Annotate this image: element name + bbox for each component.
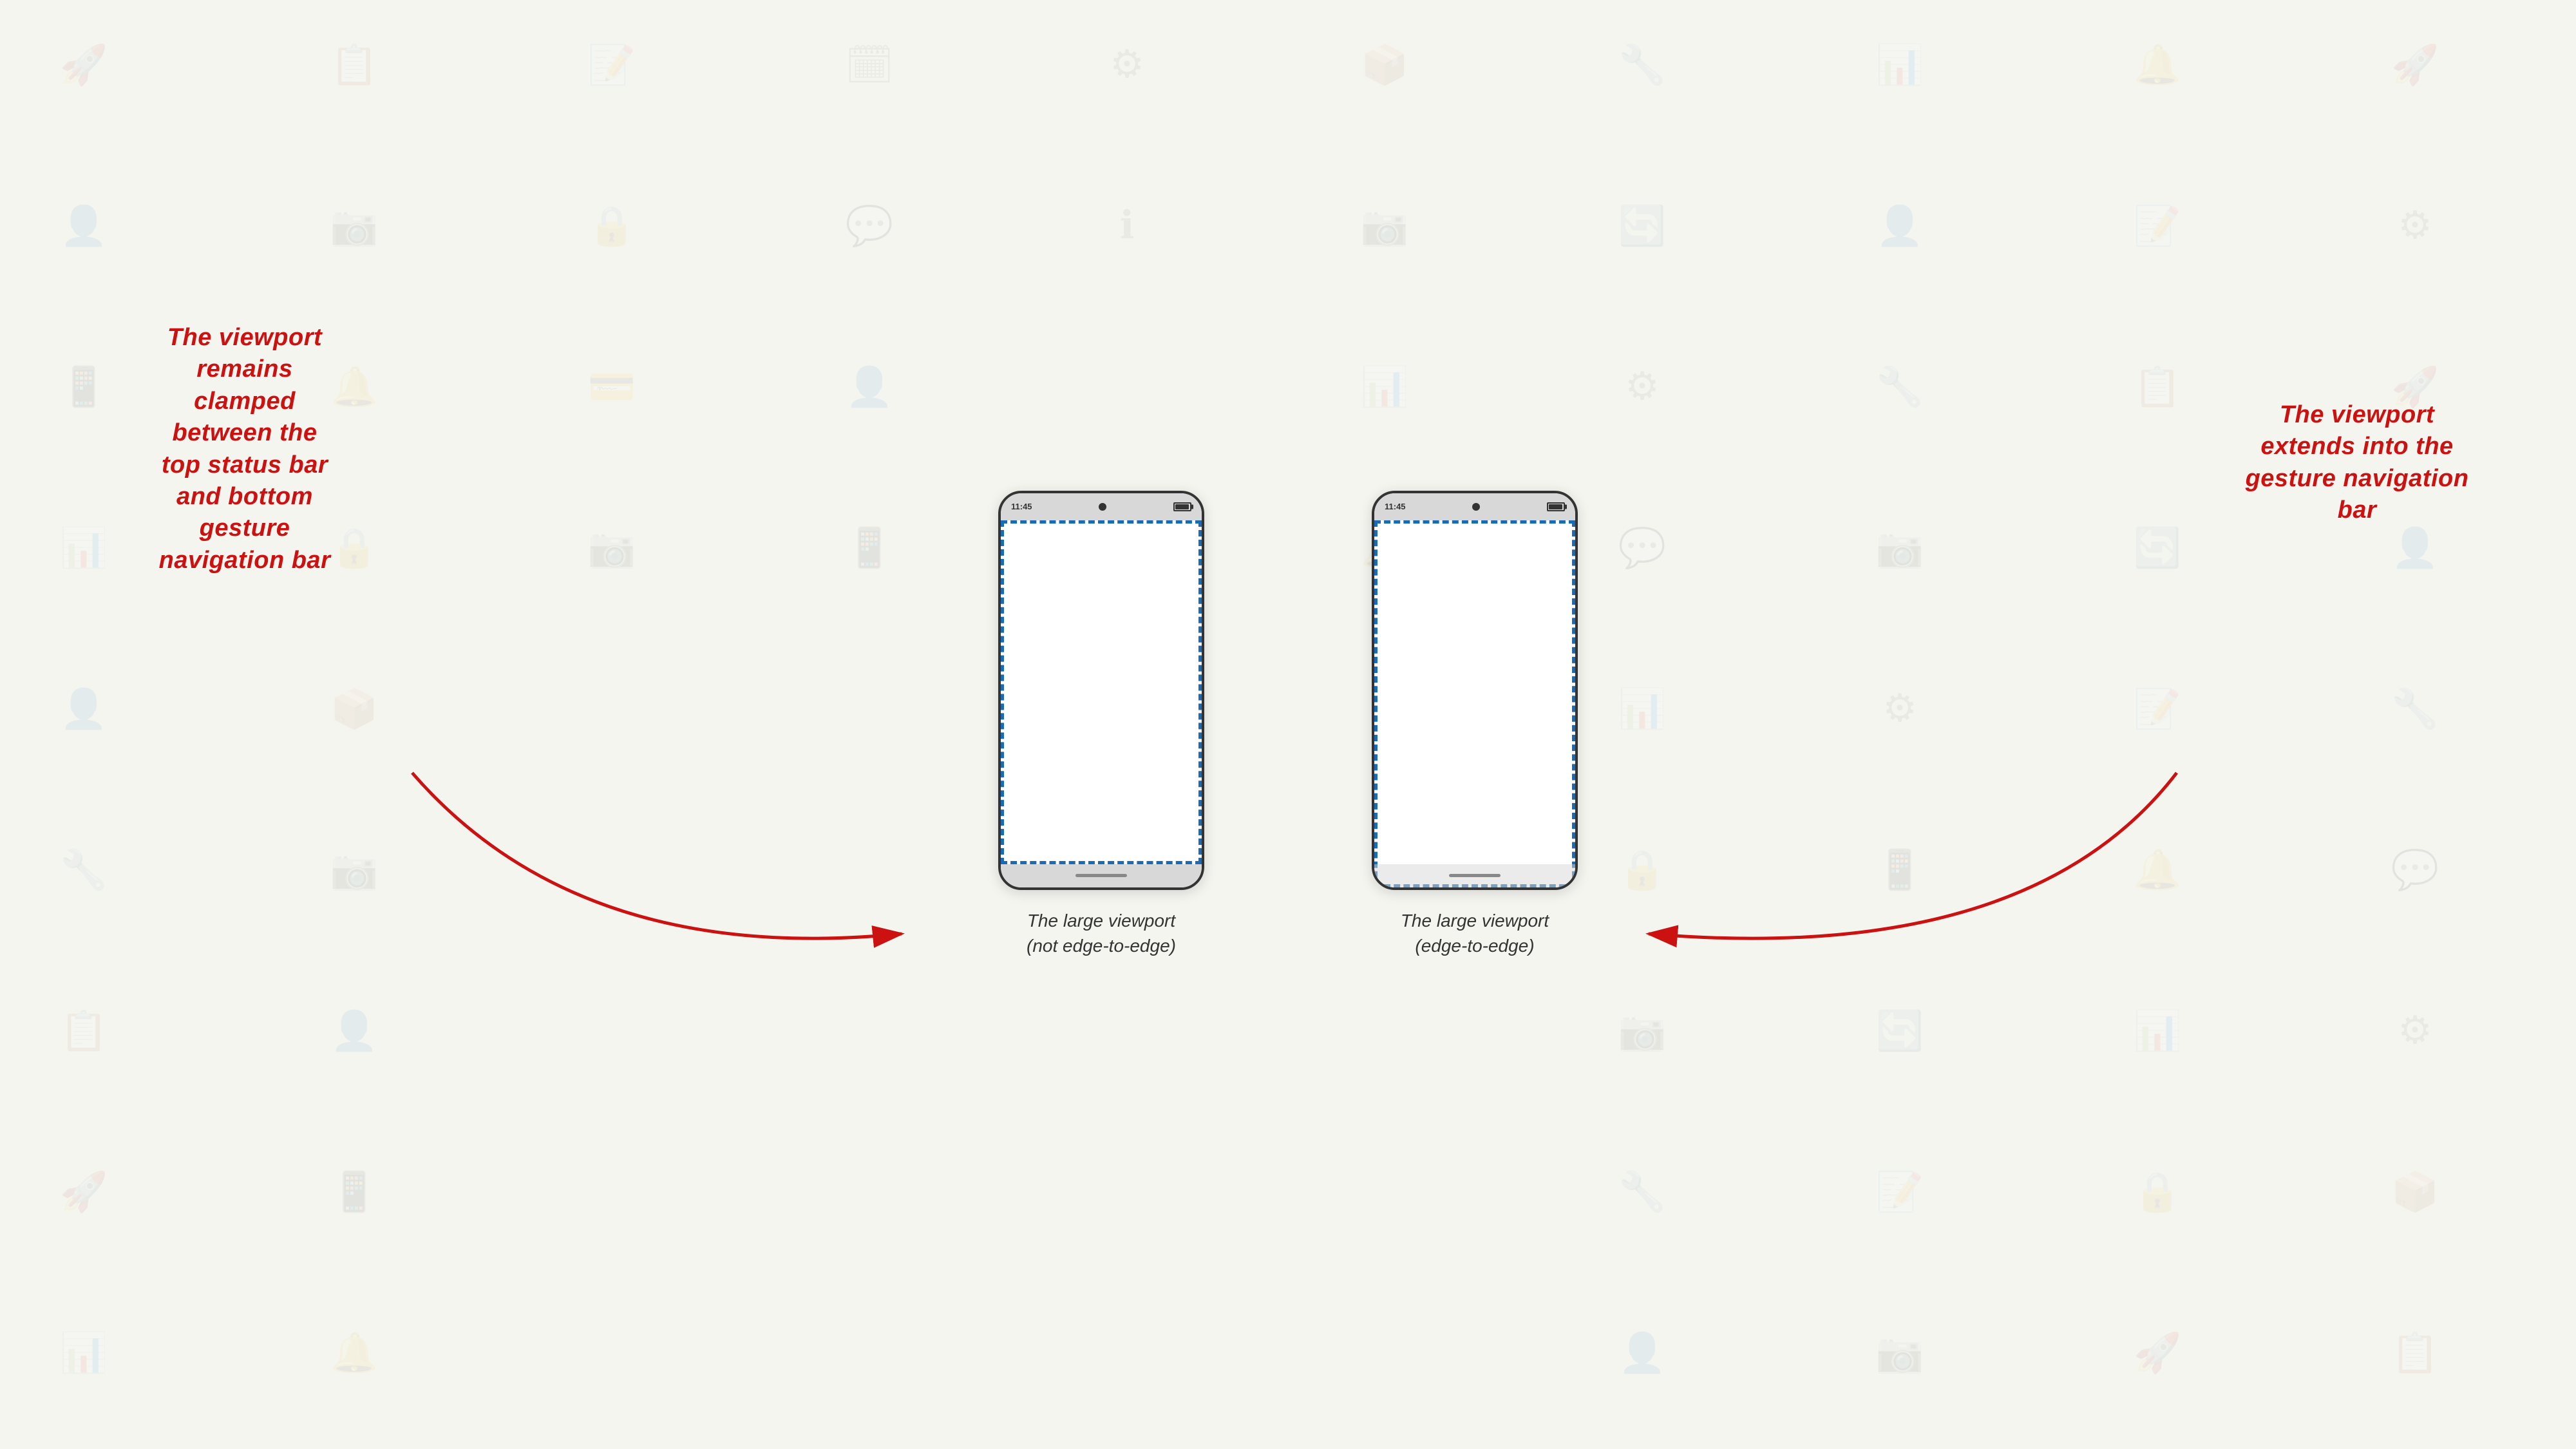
phone-section-1: 11:45 The large viewport(not edge-to-edg… — [998, 491, 1204, 958]
time-display-2: 11:45 — [1385, 502, 1406, 511]
left-annotation: The viewport remains clamped between the… — [77, 322, 412, 576]
camera-dot-2 — [1472, 503, 1480, 511]
camera-dot-1 — [1099, 503, 1106, 511]
phone-section-2: 11:45 The large viewport(edge-to-edge) — [1372, 491, 1578, 958]
viewport-area-1 — [1001, 520, 1202, 864]
home-indicator-2 — [1449, 874, 1501, 877]
status-bar-2: 11:45 — [1374, 493, 1575, 520]
right-annotation: The viewport extends into the gesture na… — [2202, 399, 2512, 527]
viewport-area-2 — [1374, 520, 1575, 887]
main-content: 11:45 The large viewport(not edge-to-edg… — [0, 0, 2576, 1449]
battery-icon-2 — [1547, 502, 1565, 511]
home-indicator-1 — [1075, 874, 1127, 877]
time-display-1: 11:45 — [1011, 502, 1032, 511]
phone-caption-1: The large viewport(not edge-to-edge) — [1027, 908, 1176, 958]
status-bar-1: 11:45 — [1001, 493, 1202, 520]
nav-bar-2 — [1374, 864, 1575, 887]
phone-caption-2: The large viewport(edge-to-edge) — [1401, 908, 1549, 958]
battery-icon-1 — [1173, 502, 1191, 511]
nav-bar-1 — [1001, 864, 1202, 887]
phone-mockup-2: 11:45 — [1372, 491, 1578, 890]
phone-mockup-1: 11:45 — [998, 491, 1204, 890]
